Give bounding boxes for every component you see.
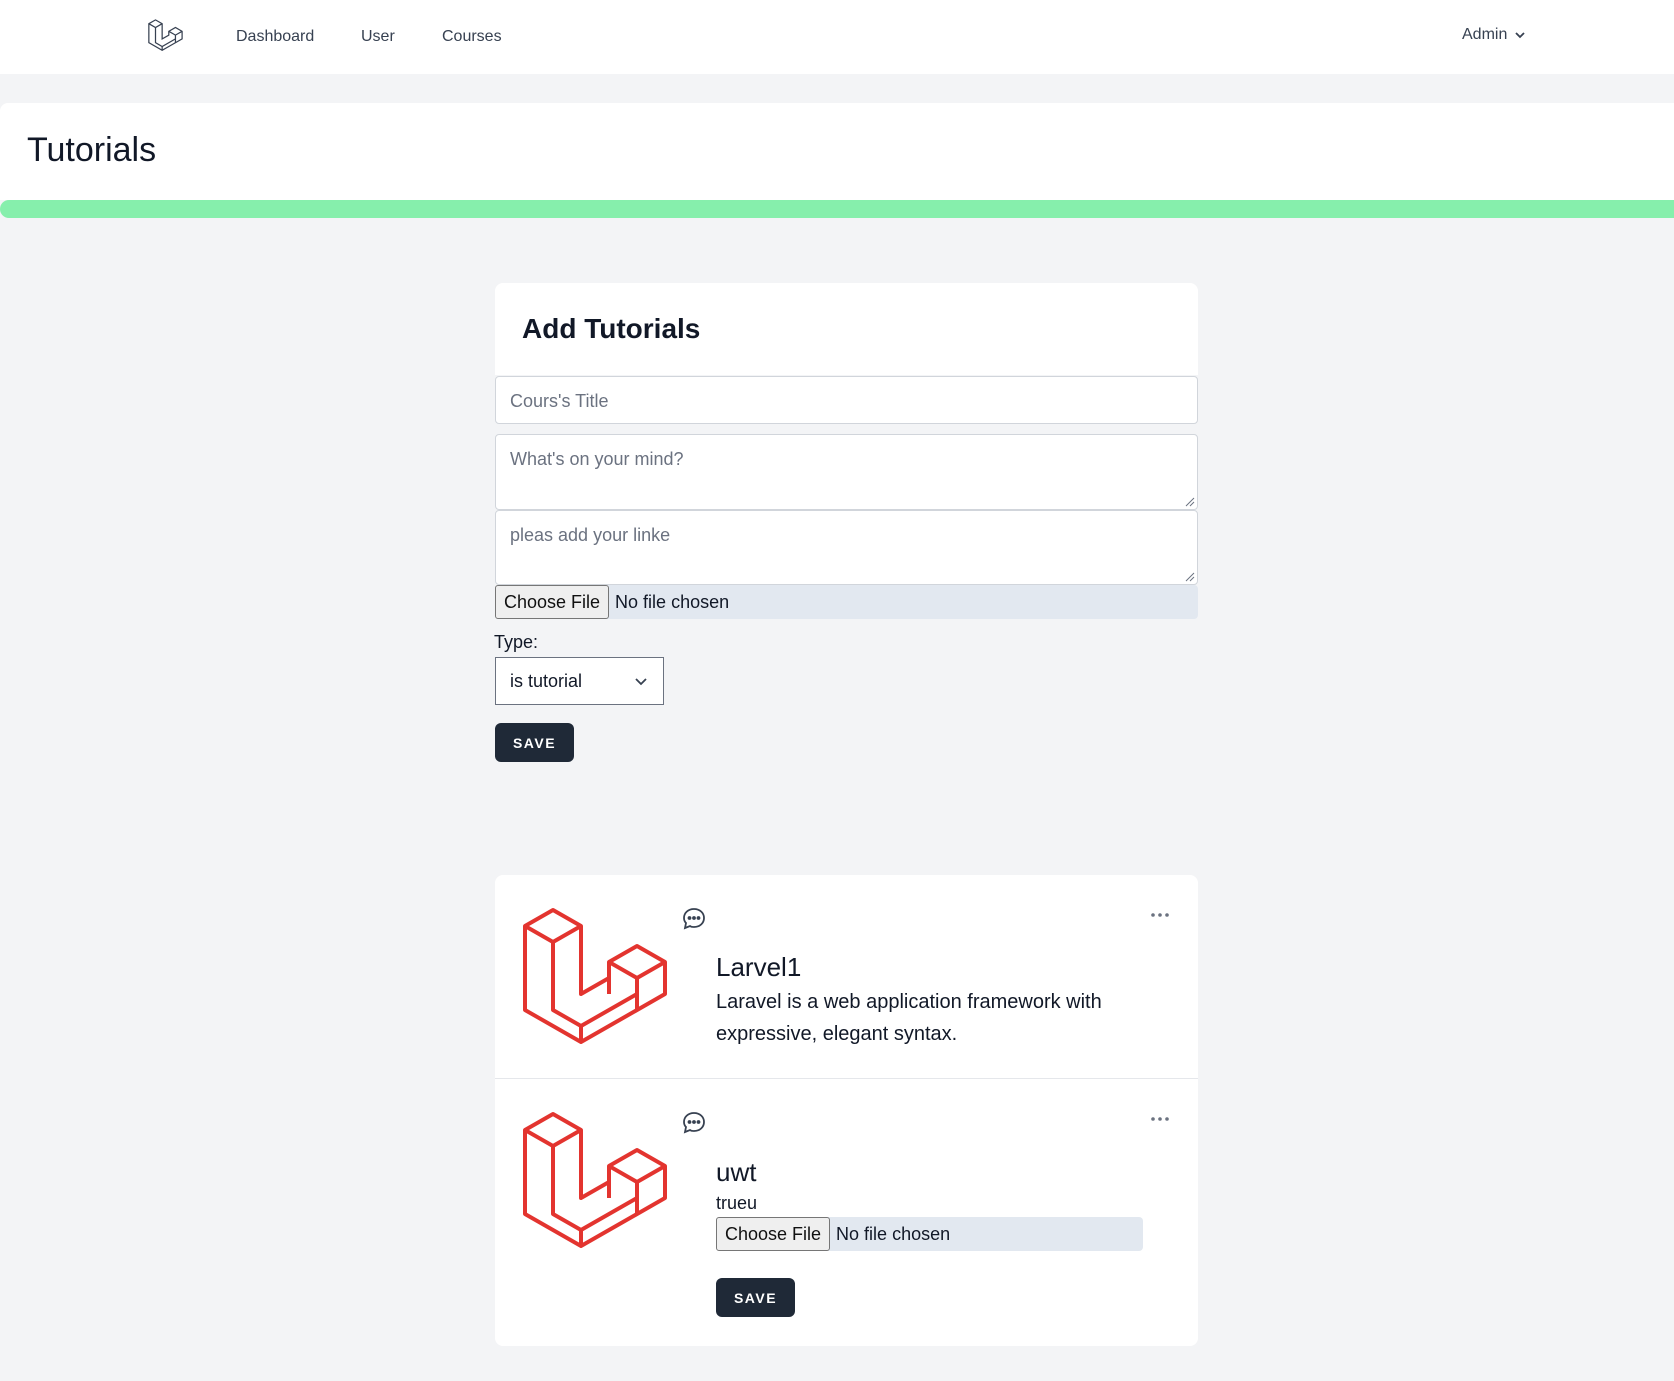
course-title-input[interactable]: Cours's Title [495, 376, 1198, 424]
description-placeholder: What's on your mind? [510, 449, 684, 469]
post-title: Larvel1 [716, 952, 802, 982]
list-item: uwt trueu Choose File No file chosen SAV… [495, 1079, 1198, 1346]
page-title: Tutorials [27, 131, 157, 169]
top-navigation: Dashboard User Courses Admin [0, 0, 1674, 74]
resize-grip-icon[interactable] [1185, 572, 1195, 582]
user-menu-label: Admin [1462, 26, 1508, 43]
file-status: No file chosen [615, 591, 730, 612]
resize-grip-icon[interactable] [1185, 497, 1195, 507]
laravel-logo-icon[interactable] [146, 18, 184, 56]
save-button[interactable]: SAVE [716, 1278, 795, 1317]
description-textarea[interactable]: What's on your mind? [495, 434, 1198, 510]
tutorials-list: Larvel1 Laravel is a web application fra… [495, 875, 1198, 1346]
course-title-placeholder: Cours's Title [510, 391, 609, 411]
ellipsis-icon[interactable] [1150, 1115, 1170, 1123]
link-placeholder: pleas add your linke [510, 525, 671, 545]
post-title: uwt [716, 1157, 757, 1187]
nav-link-dashboard[interactable]: Dashboard [236, 28, 314, 46]
laravel-logo-icon [523, 908, 667, 1044]
type-select-value: is tutorial [510, 670, 583, 691]
user-menu[interactable]: Admin [1462, 26, 1527, 44]
nav-link-user[interactable]: User [361, 28, 395, 46]
list-item: Larvel1 Laravel is a web application fra… [495, 875, 1198, 1078]
accent-bar [0, 200, 1674, 218]
chevron-down-icon [635, 678, 647, 686]
chat-bubble-icon[interactable] [681, 1110, 707, 1136]
file-status: No file chosen [836, 1223, 951, 1244]
add-tutorial-card-header: Add Tutorials [495, 283, 1198, 375]
ellipsis-icon[interactable] [1150, 911, 1170, 919]
nav-link-courses[interactable]: Courses [442, 28, 502, 46]
add-tutorial-title: Add Tutorials [522, 313, 701, 344]
choose-file-button[interactable]: Choose File [495, 585, 610, 619]
file-input[interactable]: Choose File No file chosen [495, 585, 1198, 619]
type-select[interactable]: is tutorial [495, 657, 664, 705]
link-textarea[interactable]: pleas add your linke [495, 510, 1198, 585]
file-input[interactable]: Choose File No file chosen [716, 1217, 1143, 1251]
save-button[interactable]: SAVE [495, 723, 574, 762]
laravel-logo-icon [523, 1112, 667, 1248]
choose-file-button[interactable]: Choose File [716, 1217, 831, 1251]
type-label: Type: [494, 632, 539, 652]
chevron-down-icon [1515, 32, 1525, 39]
chat-bubble-icon[interactable] [681, 906, 707, 932]
page-header: Tutorials [0, 103, 1674, 200]
post-body: Laravel is a web application framework w… [716, 991, 1102, 1045]
post-subtitle: trueu [716, 1193, 758, 1213]
